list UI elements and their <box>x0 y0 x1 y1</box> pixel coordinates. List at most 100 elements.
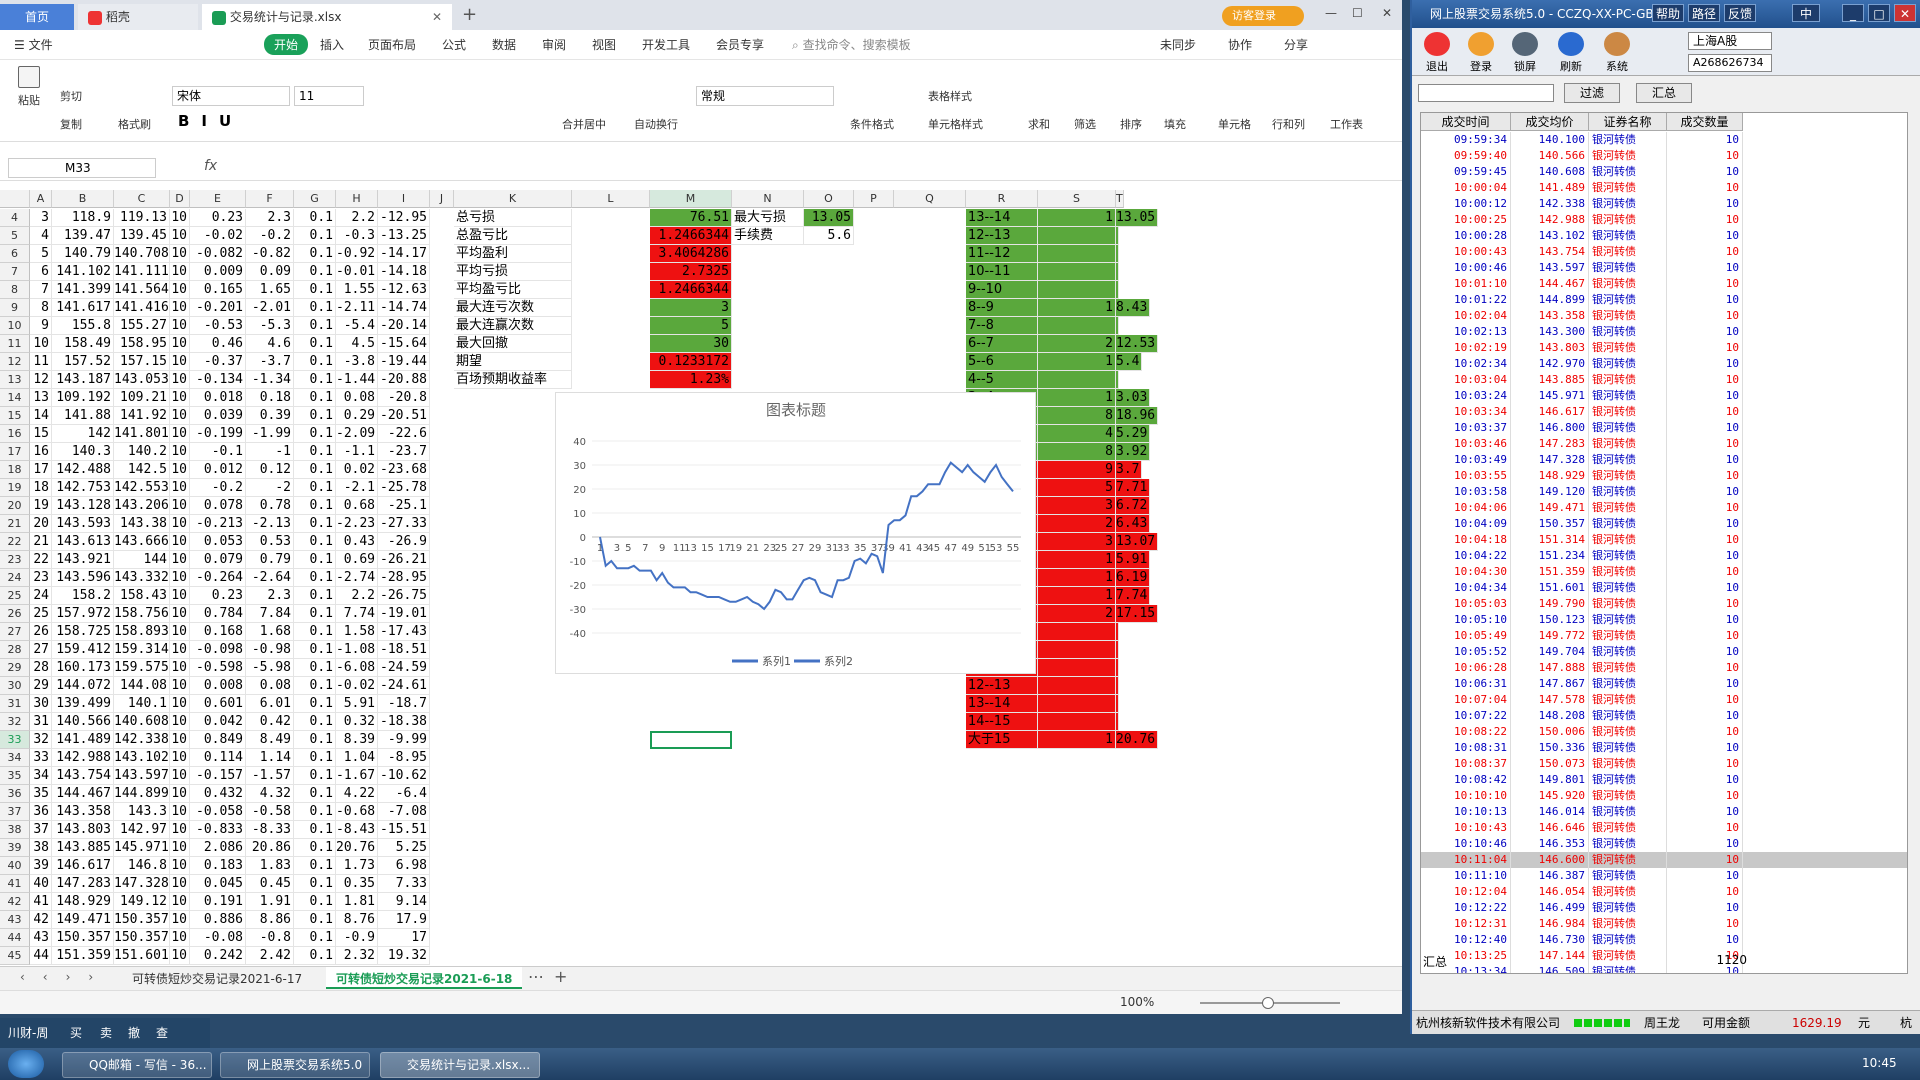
cell-D[interactable]: 10 <box>170 947 190 965</box>
guest-login-button[interactable]: 访客登录 <box>1222 6 1304 26</box>
cell-E[interactable]: -0.833 <box>190 821 246 839</box>
cell-S[interactable] <box>1038 245 1116 263</box>
cell-C[interactable]: 143.053 <box>114 371 170 389</box>
cell-H[interactable]: -8.43 <box>336 821 378 839</box>
trade-row[interactable]: 10:08:37 150.073 银河转债 10 <box>1421 756 1907 772</box>
cell-A[interactable]: 26 <box>30 623 52 641</box>
cell-G[interactable]: 0.1 <box>294 785 336 803</box>
cell-F[interactable]: -0.8 <box>246 929 294 947</box>
cell-A[interactable]: 38 <box>30 839 52 857</box>
cell-B[interactable]: 151.359 <box>52 947 114 965</box>
cell-A[interactable]: 3 <box>30 209 52 227</box>
cell-C[interactable]: 155.27 <box>114 317 170 335</box>
cell-H[interactable]: 0.08 <box>336 389 378 407</box>
cell-D[interactable]: 10 <box>170 911 190 929</box>
cell-I[interactable]: -14.17 <box>378 245 430 263</box>
cell-D[interactable]: 10 <box>170 857 190 875</box>
cell-F[interactable]: -0.2 <box>246 227 294 245</box>
col-header-D[interactable]: D <box>170 190 190 208</box>
cell-A[interactable]: 14 <box>30 407 52 425</box>
col-header-Q[interactable]: Q <box>894 190 966 208</box>
cell-A[interactable]: 28 <box>30 659 52 677</box>
cell-S[interactable]: 9 <box>1038 461 1116 479</box>
cell-B[interactable]: 142 <box>52 425 114 443</box>
cell-D[interactable]: 10 <box>170 263 190 281</box>
menu-layout[interactable]: 页面布局 <box>368 36 416 53</box>
table-style-button[interactable]: 表格样式 <box>928 88 972 104</box>
cell-B[interactable]: 143.754 <box>52 767 114 785</box>
cell-D[interactable]: 10 <box>170 371 190 389</box>
conditional-format-button[interactable]: 条件格式 <box>850 116 894 132</box>
row-header[interactable]: 43 <box>0 911 30 929</box>
cell-H[interactable]: -0.68 <box>336 803 378 821</box>
col-header-A[interactable]: A <box>30 190 52 208</box>
cell-K[interactable]: 平均盈亏比 <box>454 281 572 299</box>
cell-F[interactable]: -3.7 <box>246 353 294 371</box>
trade-row[interactable]: 10:00:25 142.988 银河转债 10 <box>1421 212 1907 228</box>
cell-F[interactable]: 0.79 <box>246 551 294 569</box>
cell-B[interactable]: 143.593 <box>52 515 114 533</box>
trade-row[interactable]: 10:05:49 149.772 银河转债 10 <box>1421 628 1907 644</box>
cell-H[interactable]: 0.29 <box>336 407 378 425</box>
cell-O[interactable]: 13.05 <box>804 209 854 227</box>
cell-B[interactable]: 158.49 <box>52 335 114 353</box>
cell-K[interactable]: 平均盈利 <box>454 245 572 263</box>
cell-T[interactable] <box>1116 695 1119 713</box>
cell-A[interactable]: 35 <box>30 785 52 803</box>
trade-row[interactable]: 10:07:04 147.578 银河转债 10 <box>1421 692 1907 708</box>
trade-row[interactable]: 10:01:10 144.467 银河转债 10 <box>1421 276 1907 292</box>
cell-S[interactable] <box>1038 317 1116 335</box>
cell-G[interactable]: 0.1 <box>294 659 336 677</box>
trade-row[interactable]: 10:00:28 143.102 银河转债 10 <box>1421 228 1907 244</box>
cell-G[interactable]: 0.1 <box>294 623 336 641</box>
font-style-buttons[interactable]: BIU <box>178 112 243 130</box>
cell-G[interactable]: 0.1 <box>294 335 336 353</box>
minimize-stock-icon[interactable]: _ <box>1842 4 1864 22</box>
cell-B[interactable]: 143.613 <box>52 533 114 551</box>
row-header[interactable]: 31 <box>0 695 30 713</box>
col-header-C[interactable]: C <box>114 190 170 208</box>
cell-I[interactable]: -13.25 <box>378 227 430 245</box>
lock-button[interactable]: 锁屏 <box>1506 32 1544 74</box>
cell-F[interactable]: -1 <box>246 443 294 461</box>
quick-sell[interactable]: 卖 <box>100 1018 112 1048</box>
cell-H[interactable]: 2.2 <box>336 209 378 227</box>
cell-S[interactable]: 3 <box>1038 497 1116 515</box>
cell-I[interactable]: -18.38 <box>378 713 430 731</box>
cell-B[interactable]: 141.489 <box>52 731 114 749</box>
cell-E[interactable]: 0.168 <box>190 623 246 641</box>
cell-D[interactable]: 10 <box>170 641 190 659</box>
cell-N[interactable]: 手续费 <box>732 227 804 245</box>
cell-F[interactable]: 4.32 <box>246 785 294 803</box>
cell-F[interactable]: 0.78 <box>246 497 294 515</box>
cell-C[interactable]: 142.5 <box>114 461 170 479</box>
cell-T[interactable] <box>1116 641 1119 659</box>
cell-I[interactable]: -9.99 <box>378 731 430 749</box>
cell-I[interactable]: -18.7 <box>378 695 430 713</box>
row-header[interactable]: 36 <box>0 785 30 803</box>
cell-H[interactable]: -6.08 <box>336 659 378 677</box>
cell-H[interactable]: 1.73 <box>336 857 378 875</box>
cell-I[interactable]: 6.98 <box>378 857 430 875</box>
cell-D[interactable]: 10 <box>170 749 190 767</box>
row-header[interactable]: 37 <box>0 803 30 821</box>
trade-row[interactable]: 10:12:22 146.499 银河转债 10 <box>1421 900 1907 916</box>
cell-E[interactable]: -0.598 <box>190 659 246 677</box>
cell-C[interactable]: 144.899 <box>114 785 170 803</box>
cell-E[interactable]: 0.114 <box>190 749 246 767</box>
trade-row[interactable]: 10:05:03 149.790 银河转债 10 <box>1421 596 1907 612</box>
cell-C[interactable]: 143.38 <box>114 515 170 533</box>
cell-G[interactable]: 0.1 <box>294 533 336 551</box>
cell-K[interactable]: 最大回撤 <box>454 335 572 353</box>
cell-F[interactable]: -2.64 <box>246 569 294 587</box>
cell-F[interactable]: 0.08 <box>246 677 294 695</box>
cell-E[interactable]: 0.886 <box>190 911 246 929</box>
cell-E[interactable]: -0.134 <box>190 371 246 389</box>
cell-B[interactable]: 118.9 <box>52 209 114 227</box>
cell-H[interactable]: 0.35 <box>336 875 378 893</box>
cell-E[interactable]: -0.058 <box>190 803 246 821</box>
cell-S[interactable]: 2 <box>1038 605 1116 623</box>
cell-A[interactable]: 10 <box>30 335 52 353</box>
col-header-F[interactable]: F <box>246 190 294 208</box>
cell-E[interactable]: -0.53 <box>190 317 246 335</box>
